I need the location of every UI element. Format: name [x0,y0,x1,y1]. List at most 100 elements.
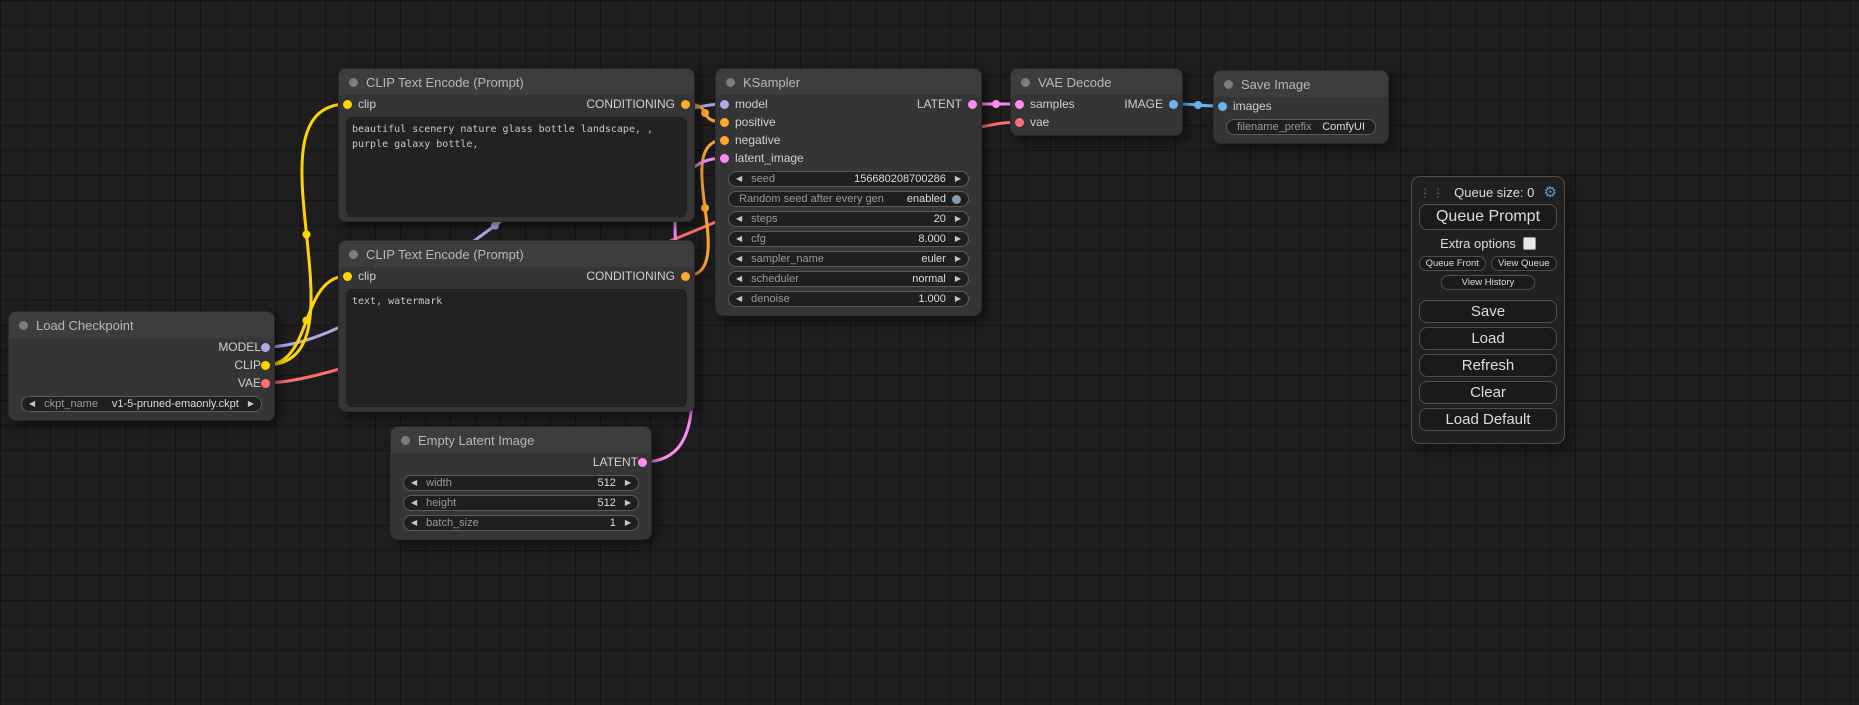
node-titlebar[interactable]: VAE Decode [1011,69,1182,95]
view-history-button[interactable]: View History [1441,275,1535,290]
node-load-checkpoint[interactable]: Load Checkpoint MODEL CLIP VAE ◀ ckpt_na… [8,311,275,421]
output-port-clip[interactable] [261,361,270,370]
decrement-arrow-icon[interactable]: ◀ [411,479,417,487]
collapse-dot-icon[interactable] [1224,80,1233,89]
node-empty-latent-image[interactable]: Empty Latent Image LATENT ◀ width 512 ▶ … [390,426,652,540]
input-slot-negative: negative [716,131,981,149]
prev-option-icon[interactable]: ◀ [29,400,35,408]
positive-prompt-textarea[interactable]: beautiful scenery nature glass bottle la… [346,117,687,217]
node-save-image[interactable]: Save Image images filename_prefix ComfyU… [1213,70,1389,144]
decrement-arrow-icon[interactable]: ◀ [736,175,742,183]
input-slot-vae: vae [1011,113,1182,131]
node-titlebar[interactable]: Load Checkpoint [9,312,274,338]
input-port-latent-image[interactable] [720,154,729,163]
next-option-icon[interactable]: ▶ [955,255,961,263]
settings-gear-icon[interactable]: ⚙ [1544,185,1557,200]
node-titlebar[interactable]: Empty Latent Image [391,427,651,453]
decrement-arrow-icon[interactable]: ◀ [736,235,742,243]
output-port-vae[interactable] [261,379,270,388]
decrement-arrow-icon[interactable]: ◀ [411,499,417,507]
input-port-clip[interactable] [343,100,352,109]
output-port-conditioning[interactable] [681,272,690,281]
slot-row: samples IMAGE [1011,95,1182,113]
widget-ckpt-name[interactable]: ◀ ckpt_name v1-5-pruned-emaonly.ckpt ▶ [21,396,262,412]
collapse-dot-icon[interactable] [726,78,735,87]
load-button[interactable]: Load [1419,327,1557,350]
output-port-model[interactable] [261,343,270,352]
input-port-vae[interactable] [1015,118,1024,127]
slot-row: clip CONDITIONING [339,95,694,113]
node-clip-text-encode-positive[interactable]: CLIP Text Encode (Prompt) clip CONDITION… [338,68,695,222]
clear-button[interactable]: Clear [1419,381,1557,404]
decrement-arrow-icon[interactable]: ◀ [736,215,742,223]
widget-value: 1.000 [918,293,946,305]
increment-arrow-icon[interactable]: ▶ [955,235,961,243]
node-titlebar[interactable]: Save Image [1214,71,1388,97]
decrement-arrow-icon[interactable]: ◀ [736,295,742,303]
widget-steps[interactable]: ◀ steps 20 ▶ [728,211,969,227]
prev-option-icon[interactable]: ◀ [736,275,742,283]
decrement-arrow-icon[interactable]: ◀ [411,519,417,527]
input-port-negative[interactable] [720,136,729,145]
save-button[interactable]: Save [1419,300,1557,323]
collapse-dot-icon[interactable] [401,436,410,445]
extra-options-checkbox[interactable] [1523,237,1536,250]
output-port-latent[interactable] [968,100,977,109]
input-port-images[interactable] [1218,102,1227,111]
widget-seed[interactable]: ◀ seed 156680208700286 ▶ [728,171,969,187]
widget-random-seed-toggle[interactable]: Random seed after every gen enabled [728,191,969,207]
next-option-icon[interactable]: ▶ [248,400,254,408]
collapse-dot-icon[interactable] [19,321,28,330]
widget-batch-size[interactable]: ◀ batch_size 1 ▶ [403,515,639,531]
node-title: VAE Decode [1038,75,1111,90]
output-port-image[interactable] [1169,100,1178,109]
node-title: KSampler [743,75,800,90]
input-port-samples[interactable] [1015,100,1024,109]
node-clip-text-encode-negative[interactable]: CLIP Text Encode (Prompt) clip CONDITION… [338,240,695,412]
node-titlebar[interactable]: CLIP Text Encode (Prompt) [339,69,694,95]
drag-handle-icon[interactable]: ⋮⋮ [1419,186,1445,200]
input-label-model: model [735,97,768,111]
collapse-dot-icon[interactable] [349,78,358,87]
load-default-button[interactable]: Load Default [1419,408,1557,431]
increment-arrow-icon[interactable]: ▶ [955,215,961,223]
input-slot-positive: positive [716,113,981,131]
node-title: Empty Latent Image [418,433,534,448]
input-port-model[interactable] [720,100,729,109]
view-queue-button[interactable]: View Queue [1491,256,1558,271]
widget-cfg[interactable]: ◀ cfg 8.000 ▶ [728,231,969,247]
widget-filename-prefix[interactable]: filename_prefix ComfyUI [1226,119,1376,135]
widget-width[interactable]: ◀ width 512 ▶ [403,475,639,491]
increment-arrow-icon[interactable]: ▶ [625,519,631,527]
node-ksampler[interactable]: KSampler model LATENT positive negative [715,68,982,316]
queue-prompt-button[interactable]: Queue Prompt [1419,204,1557,230]
negative-prompt-textarea[interactable]: text, watermark [346,289,687,407]
widget-scheduler[interactable]: ◀ scheduler normal ▶ [728,271,969,287]
graph-canvas[interactable]: Load Checkpoint MODEL CLIP VAE ◀ ckpt_na… [0,0,1859,705]
node-titlebar[interactable]: CLIP Text Encode (Prompt) [339,241,694,267]
widget-denoise[interactable]: ◀ denoise 1.000 ▶ [728,291,969,307]
next-option-icon[interactable]: ▶ [955,275,961,283]
toggle-knob-icon[interactable] [952,195,961,204]
widget-value: 1 [610,517,616,529]
collapse-dot-icon[interactable] [1021,78,1030,87]
queue-front-button[interactable]: Queue Front [1419,256,1486,271]
widget-height[interactable]: ◀ height 512 ▶ [403,495,639,511]
output-port-conditioning[interactable] [681,100,690,109]
output-label-latent: LATENT [593,455,638,469]
increment-arrow-icon[interactable]: ▶ [625,479,631,487]
input-port-clip[interactable] [343,272,352,281]
output-label-latent: LATENT [917,97,962,111]
increment-arrow-icon[interactable]: ▶ [955,175,961,183]
increment-arrow-icon[interactable]: ▶ [955,295,961,303]
output-port-latent[interactable] [638,458,647,467]
collapse-dot-icon[interactable] [349,250,358,259]
node-titlebar[interactable]: KSampler [716,69,981,95]
refresh-button[interactable]: Refresh [1419,354,1557,377]
output-label-image: IMAGE [1124,97,1163,111]
prev-option-icon[interactable]: ◀ [736,255,742,263]
node-vae-decode[interactable]: VAE Decode samples IMAGE vae [1010,68,1183,136]
widget-sampler-name[interactable]: ◀ sampler_name euler ▶ [728,251,969,267]
increment-arrow-icon[interactable]: ▶ [625,499,631,507]
input-port-positive[interactable] [720,118,729,127]
